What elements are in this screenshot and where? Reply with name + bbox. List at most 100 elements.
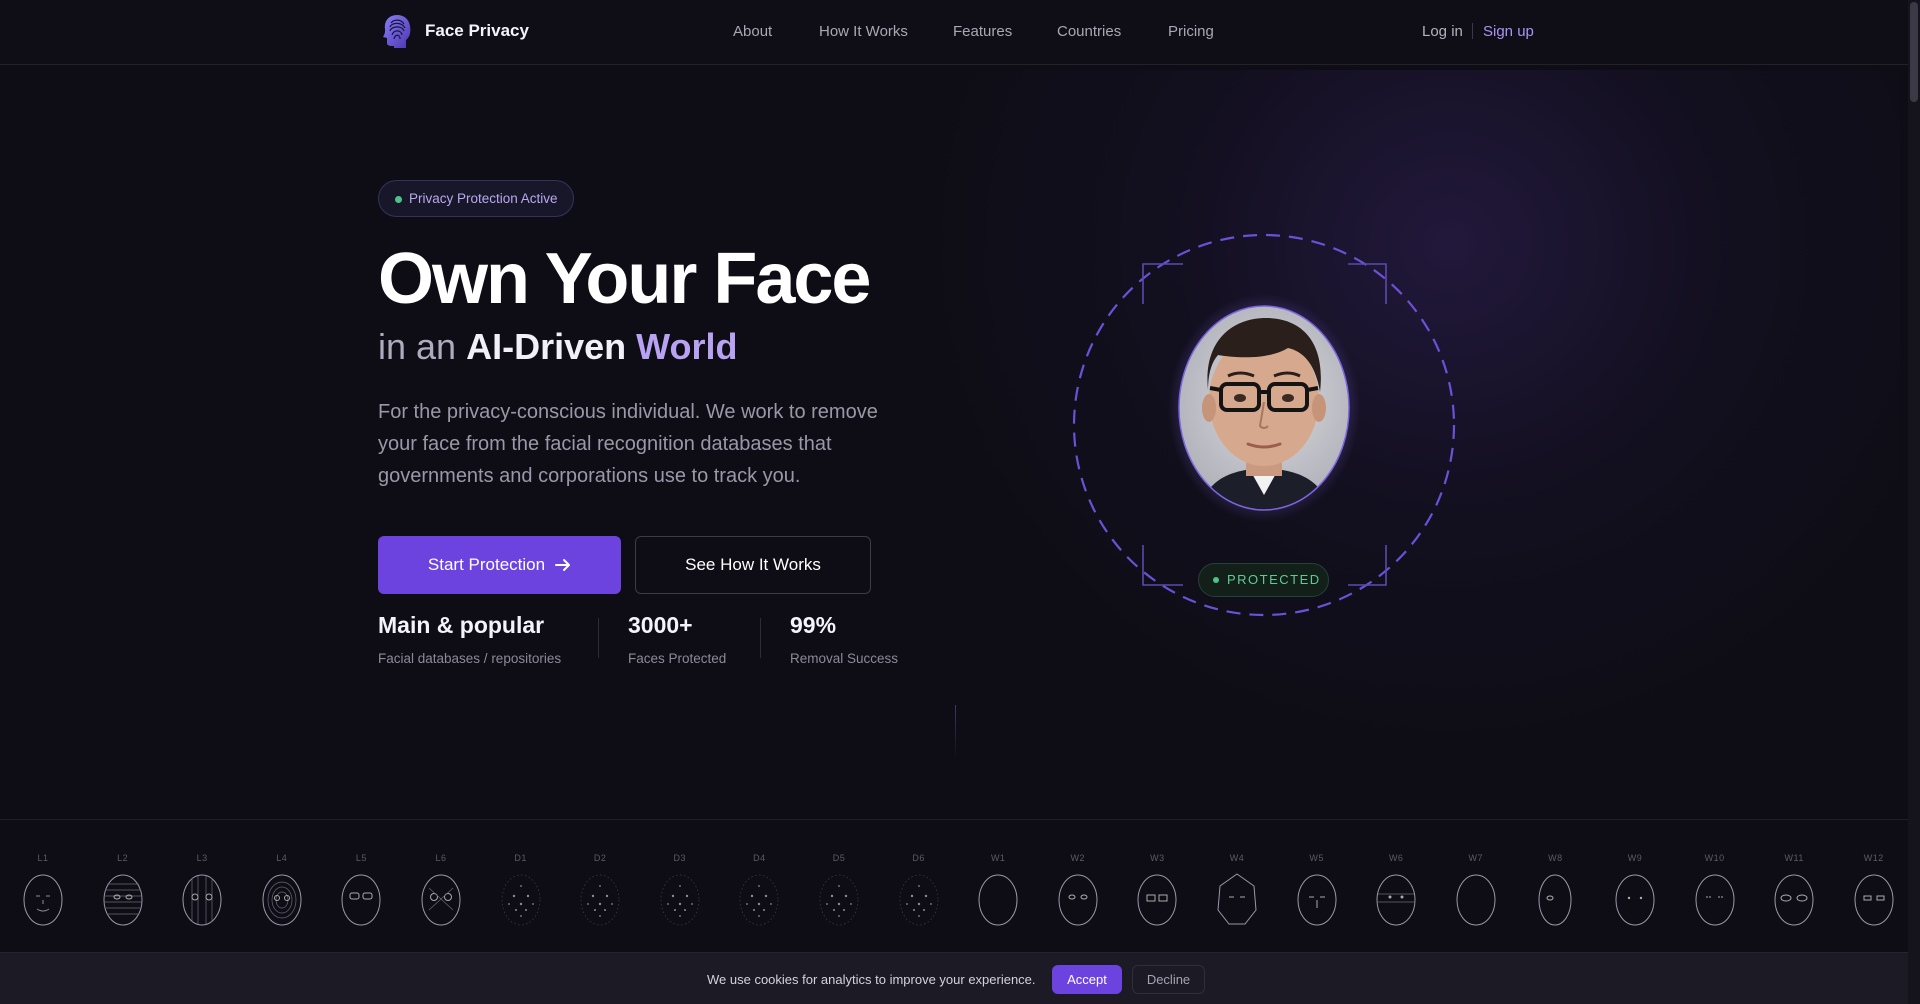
hero-title: Own Your Face — [378, 239, 871, 319]
see-how-it-works-button[interactable]: See How It Works — [635, 536, 871, 594]
face-outline-icon — [23, 874, 63, 926]
header-divider — [1472, 23, 1473, 39]
scrollbar-thumb[interactable] — [1910, 2, 1918, 102]
face-outline-icon — [899, 874, 938, 926]
start-protection-label: Start Protection — [427, 555, 546, 574]
site-header: Face Privacy About How It Works Features… — [0, 0, 1908, 65]
face-variant-item: L2 — [83, 820, 163, 952]
protected-badge: PROTECTED — [1198, 563, 1329, 597]
face-outline-icon — [341, 874, 381, 926]
face-variant-label: D6 — [912, 853, 925, 863]
face-variant-label: L5 — [355, 853, 367, 863]
face-outline-icon — [1774, 874, 1814, 926]
face-variant-label: W2 — [1070, 853, 1086, 863]
face-variant-label: L3 — [196, 853, 208, 863]
protected-dot-icon — [1213, 577, 1219, 583]
nav-how-it-works[interactable]: How It Works — [819, 23, 908, 40]
stat-label-databases: Facial databases / repositories — [378, 651, 562, 666]
face-variant-label: L2 — [117, 853, 129, 863]
face-variant-item: W12 — [1834, 820, 1914, 952]
face-outline-icon — [1695, 874, 1735, 926]
face-variant-label: W9 — [1627, 853, 1643, 863]
face-variant-item: W3 — [1117, 820, 1197, 952]
nav-features[interactable]: Features — [953, 23, 1012, 40]
face-variant-item: L5 — [321, 820, 401, 952]
brand-name[interactable]: Face Privacy — [425, 21, 529, 41]
face-outline-icon — [1217, 873, 1257, 925]
hero-description: For the privacy-conscious individual. We… — [378, 401, 878, 487]
face-variant-label: W11 — [1784, 853, 1804, 863]
stat-label-success: Removal Success — [790, 651, 899, 666]
face-variant-item: D6 — [879, 820, 959, 952]
nav-about[interactable]: About — [733, 23, 772, 40]
face-variant-item: W11 — [1754, 820, 1834, 952]
face-variant-label: W12 — [1863, 853, 1884, 863]
face-variant-item: W2 — [1038, 820, 1118, 952]
face-variant-label: D4 — [753, 853, 766, 863]
face-outline-icon — [1615, 874, 1655, 926]
face-variant-item: W8 — [1515, 820, 1595, 952]
face-outline-icon — [182, 874, 222, 926]
status-badge: Privacy Protection Active — [378, 180, 574, 217]
face-variant-label: L6 — [435, 853, 447, 863]
face-outline-icon — [660, 874, 700, 926]
face-outline-icon — [580, 874, 620, 926]
face-variant-label: W4 — [1229, 853, 1245, 863]
face-variant-label: D1 — [514, 853, 527, 863]
face-variant-label: W5 — [1309, 853, 1324, 863]
face-variant-item: W10 — [1675, 820, 1755, 952]
face-variant-label: W7 — [1468, 853, 1484, 863]
face-variant-label: W10 — [1704, 853, 1725, 863]
scroll-indicator-line — [955, 705, 956, 761]
face-variant-label: D3 — [673, 853, 687, 863]
face-variant-label: L1 — [37, 853, 49, 863]
face-outline-icon — [501, 874, 540, 926]
status-badge-label: Privacy Protection Active — [409, 191, 558, 206]
nav-countries[interactable]: Countries — [1057, 23, 1121, 40]
face-variant-item: D4 — [719, 820, 799, 952]
status-dot-icon — [395, 196, 402, 203]
stat-value-success: 99% — [790, 612, 837, 638]
face-variant-item: W1 — [958, 820, 1038, 952]
face-outline-icon — [819, 874, 859, 926]
fingerprint-head-icon[interactable] — [382, 13, 412, 49]
protected-label: PROTECTED — [1227, 572, 1321, 587]
stat-value-databases: Main & popular — [378, 612, 545, 638]
protected-face-visual — [1072, 233, 1456, 617]
face-variant-item: W7 — [1436, 820, 1516, 952]
face-variant-item: W6 — [1356, 820, 1436, 952]
subtitle-part-3: World — [636, 326, 738, 367]
face-variant-item: L4 — [242, 820, 322, 952]
arrow-right-icon — [555, 559, 571, 571]
decline-cookies-button[interactable]: Decline — [1132, 965, 1205, 994]
face-variant-item: D1 — [481, 820, 561, 952]
see-how-it-works-label: See How It Works — [685, 555, 821, 574]
start-protection-button[interactable]: Start Protection — [378, 536, 621, 594]
face-variant-item: D3 — [640, 820, 720, 952]
face-outline-icon — [1456, 874, 1496, 926]
face-variant-label: D5 — [832, 853, 846, 863]
face-variant-item: W9 — [1595, 820, 1675, 952]
face-variant-strip: L1 L2 L3 L4 L5 L6 D1 D2 D3 D4 D5 D6 W1 W2 W3 W4 W5 W6 W7 W8… — [0, 819, 1908, 951]
stat-divider — [598, 618, 599, 658]
face-variant-label: W1 — [990, 853, 1006, 863]
face-outline-icon — [103, 874, 143, 926]
face-outline-icon — [421, 874, 461, 926]
stat-label-faces: Faces Protected — [628, 651, 727, 666]
face-outline-icon — [1854, 874, 1894, 926]
face-variant-item: L6 — [401, 820, 481, 952]
signup-link[interactable]: Sign up — [1483, 23, 1534, 40]
subtitle-part-2: AI-Driven — [466, 326, 627, 367]
face-variant-item: L3 — [162, 820, 242, 952]
face-variant-item: W5 — [1277, 820, 1357, 952]
face-outline-icon — [1137, 874, 1177, 926]
cookie-message: We use cookies for analytics to improve … — [707, 972, 1036, 987]
face-outline-icon — [978, 874, 1018, 926]
accept-cookies-button[interactable]: Accept — [1052, 965, 1122, 994]
nav-pricing[interactable]: Pricing — [1168, 23, 1214, 40]
stat-value-faces: 3000+ — [628, 612, 693, 638]
face-outline-icon — [1538, 874, 1572, 926]
login-link[interactable]: Log in — [1422, 23, 1463, 40]
face-variant-label: D2 — [593, 853, 607, 863]
face-variant-label: W6 — [1388, 853, 1404, 863]
